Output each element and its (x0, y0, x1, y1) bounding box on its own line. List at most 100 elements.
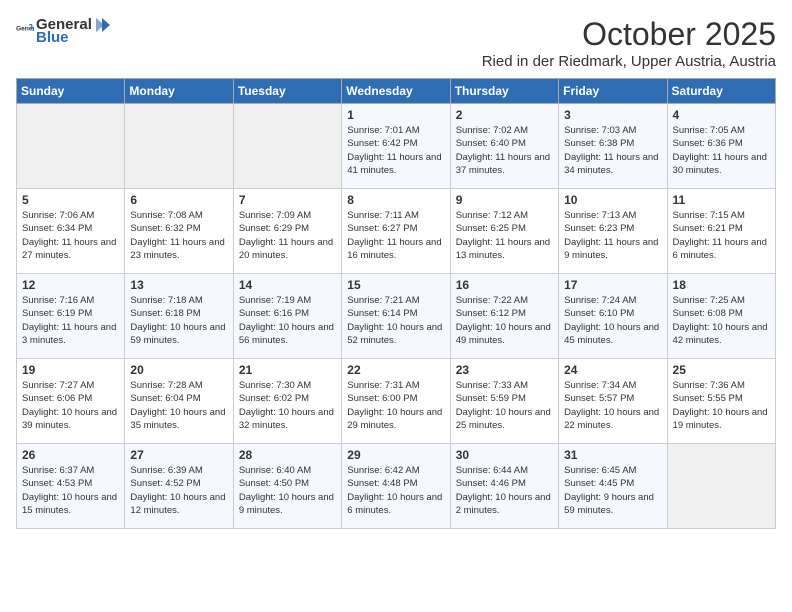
day-info: Sunrise: 7:02 AM Sunset: 6:40 PM Dayligh… (456, 124, 553, 177)
calendar-cell: 3Sunrise: 7:03 AM Sunset: 6:38 PM Daylig… (559, 104, 667, 189)
day-number: 10 (564, 193, 661, 207)
calendar-cell: 11 Sunrise: 7:15 AM Sunset: 6:21 PM Dayli… (667, 189, 775, 274)
calendar-cell: 16 Sunrise: 7:22 AM Sunset: 6:12 PM Dayli… (450, 274, 558, 359)
logo-icon: General (16, 22, 34, 40)
day-number: 8 (347, 193, 444, 207)
header-monday: Monday (125, 79, 233, 104)
month-title: October 2025 (482, 16, 776, 53)
calendar-cell (233, 104, 341, 189)
calendar-cell: 10 Sunrise: 7:13 AM Sunset: 6:23 PM Dayli… (559, 189, 667, 274)
day-info: Sunrise: 7:05 AM Sunset: 6:36 PM Dayligh… (673, 124, 770, 177)
calendar-cell: 7 Sunrise: 7:09 AM Sunset: 6:29 PM Daylig… (233, 189, 341, 274)
day-number: 11 (673, 193, 770, 207)
calendar-cell: 29 Sunrise: 6:42 AM Sunset: 4:48 PM Dayli… (342, 444, 450, 529)
location-title: Ried in der Riedmark, Upper Austria, Aus… (482, 53, 776, 70)
header-sunday: Sunday (17, 79, 125, 104)
day-info: Sunrise: 7:24 AM Sunset: 6:10 PM Dayligh… (564, 294, 661, 347)
calendar-cell: 24Sunrise: 7:34 AM Sunset: 5:57 PM Dayli… (559, 359, 667, 444)
calendar-cell: 14Sunrise: 7:19 AM Sunset: 6:16 PM Dayli… (233, 274, 341, 359)
calendar-cell: 25 Sunrise: 7:36 AM Sunset: 5:55 PM Dayli… (667, 359, 775, 444)
day-info: Sunrise: 6:45 AM Sunset: 4:45 PM Dayligh… (564, 464, 661, 517)
calendar-cell: 6 Sunrise: 7:08 AM Sunset: 6:32 PM Daylig… (125, 189, 233, 274)
day-number: 27 (130, 448, 227, 462)
header: General General Blue October 2025 Ried i… (16, 16, 776, 70)
day-number: 22 (347, 363, 444, 377)
day-number: 2 (456, 108, 553, 122)
day-info: Sunrise: 7:08 AM Sunset: 6:32 PM Dayligh… (130, 209, 227, 262)
calendar-week-row-2: 12Sunrise: 7:16 AM Sunset: 6:19 PM Dayli… (17, 274, 776, 359)
calendar-cell: 30Sunrise: 6:44 AM Sunset: 4:46 PM Dayli… (450, 444, 558, 529)
calendar-cell: 5 Sunrise: 7:06 AM Sunset: 6:34 PM Daylig… (17, 189, 125, 274)
calendar-cell (667, 444, 775, 529)
day-info: Sunrise: 7:21 AM Sunset: 6:14 PM Dayligh… (347, 294, 444, 347)
day-number: 1 (347, 108, 444, 122)
calendar-cell: 8Sunrise: 7:11 AM Sunset: 6:27 PM Daylig… (342, 189, 450, 274)
calendar-cell (17, 104, 125, 189)
day-number: 12 (22, 278, 119, 292)
calendar-cell: 19 Sunrise: 7:27 AM Sunset: 6:06 PM Dayli… (17, 359, 125, 444)
day-info: Sunrise: 7:18 AM Sunset: 6:18 PM Dayligh… (130, 294, 227, 347)
day-number: 18 (673, 278, 770, 292)
day-info: Sunrise: 7:34 AM Sunset: 5:57 PM Dayligh… (564, 379, 661, 432)
calendar-cell: 28Sunrise: 6:40 AM Sunset: 4:50 PM Dayli… (233, 444, 341, 529)
day-number: 7 (239, 193, 336, 207)
day-info: Sunrise: 7:36 AM Sunset: 5:55 PM Dayligh… (673, 379, 770, 432)
day-number: 16 (456, 278, 553, 292)
calendar-cell: 13 Sunrise: 7:18 AM Sunset: 6:18 PM Dayli… (125, 274, 233, 359)
header-tuesday: Tuesday (233, 79, 341, 104)
day-number: 6 (130, 193, 227, 207)
day-info: Sunrise: 7:15 AM Sunset: 6:21 PM Dayligh… (673, 209, 770, 262)
calendar-cell: 1 Sunrise: 7:01 AM Sunset: 6:42 PM Daylig… (342, 104, 450, 189)
header-friday: Friday (559, 79, 667, 104)
day-info: Sunrise: 7:13 AM Sunset: 6:23 PM Dayligh… (564, 209, 661, 262)
calendar-header-row: Sunday Monday Tuesday Wednesday Thursday… (17, 79, 776, 104)
calendar-cell: 31 Sunrise: 6:45 AM Sunset: 4:45 PM Dayli… (559, 444, 667, 529)
day-number: 13 (130, 278, 227, 292)
calendar-cell: 12Sunrise: 7:16 AM Sunset: 6:19 PM Dayli… (17, 274, 125, 359)
calendar-cell (125, 104, 233, 189)
day-info: Sunrise: 7:12 AM Sunset: 6:25 PM Dayligh… (456, 209, 553, 262)
day-number: 17 (564, 278, 661, 292)
day-info: Sunrise: 6:44 AM Sunset: 4:46 PM Dayligh… (456, 464, 553, 517)
day-info: Sunrise: 7:30 AM Sunset: 6:02 PM Dayligh… (239, 379, 336, 432)
header-wednesday: Wednesday (342, 79, 450, 104)
day-info: Sunrise: 7:03 AM Sunset: 6:38 PM Dayligh… (564, 124, 661, 177)
header-saturday: Saturday (667, 79, 775, 104)
calendar-cell: 22 Sunrise: 7:31 AM Sunset: 6:00 PM Dayli… (342, 359, 450, 444)
calendar-cell: 2 Sunrise: 7:02 AM Sunset: 6:40 PM Daylig… (450, 104, 558, 189)
day-number: 20 (130, 363, 227, 377)
day-info: Sunrise: 7:19 AM Sunset: 6:16 PM Dayligh… (239, 294, 336, 347)
calendar-cell: 15 Sunrise: 7:21 AM Sunset: 6:14 PM Dayli… (342, 274, 450, 359)
logo-arrow-icon (92, 18, 110, 32)
day-info: Sunrise: 6:42 AM Sunset: 4:48 PM Dayligh… (347, 464, 444, 517)
day-number: 5 (22, 193, 119, 207)
day-number: 26 (22, 448, 119, 462)
day-info: Sunrise: 7:09 AM Sunset: 6:29 PM Dayligh… (239, 209, 336, 262)
day-number: 31 (564, 448, 661, 462)
calendar-cell: 23 Sunrise: 7:33 AM Sunset: 5:59 PM Dayli… (450, 359, 558, 444)
calendar-cell: 18Sunrise: 7:25 AM Sunset: 6:08 PM Dayli… (667, 274, 775, 359)
day-number: 4 (673, 108, 770, 122)
day-number: 23 (456, 363, 553, 377)
calendar-cell: 9Sunrise: 7:12 AM Sunset: 6:25 PM Daylig… (450, 189, 558, 274)
day-info: Sunrise: 7:31 AM Sunset: 6:00 PM Dayligh… (347, 379, 444, 432)
day-info: Sunrise: 7:22 AM Sunset: 6:12 PM Dayligh… (456, 294, 553, 347)
calendar-table: Sunday Monday Tuesday Wednesday Thursday… (16, 78, 776, 529)
day-number: 19 (22, 363, 119, 377)
calendar-week-row-3: 19 Sunrise: 7:27 AM Sunset: 6:06 PM Dayli… (17, 359, 776, 444)
day-number: 29 (347, 448, 444, 462)
calendar-week-row-0: 1 Sunrise: 7:01 AM Sunset: 6:42 PM Daylig… (17, 104, 776, 189)
header-thursday: Thursday (450, 79, 558, 104)
day-info: Sunrise: 7:33 AM Sunset: 5:59 PM Dayligh… (456, 379, 553, 432)
day-info: Sunrise: 7:01 AM Sunset: 6:42 PM Dayligh… (347, 124, 444, 177)
day-number: 28 (239, 448, 336, 462)
day-info: Sunrise: 7:27 AM Sunset: 6:06 PM Dayligh… (22, 379, 119, 432)
day-info: Sunrise: 7:06 AM Sunset: 6:34 PM Dayligh… (22, 209, 119, 262)
day-number: 15 (347, 278, 444, 292)
calendar-cell: 4 Sunrise: 7:05 AM Sunset: 6:36 PM Daylig… (667, 104, 775, 189)
calendar-cell: 26 Sunrise: 6:37 AM Sunset: 4:53 PM Dayli… (17, 444, 125, 529)
calendar-cell: 21Sunrise: 7:30 AM Sunset: 6:02 PM Dayli… (233, 359, 341, 444)
day-number: 25 (673, 363, 770, 377)
day-info: Sunrise: 6:37 AM Sunset: 4:53 PM Dayligh… (22, 464, 119, 517)
day-info: Sunrise: 7:28 AM Sunset: 6:04 PM Dayligh… (130, 379, 227, 432)
